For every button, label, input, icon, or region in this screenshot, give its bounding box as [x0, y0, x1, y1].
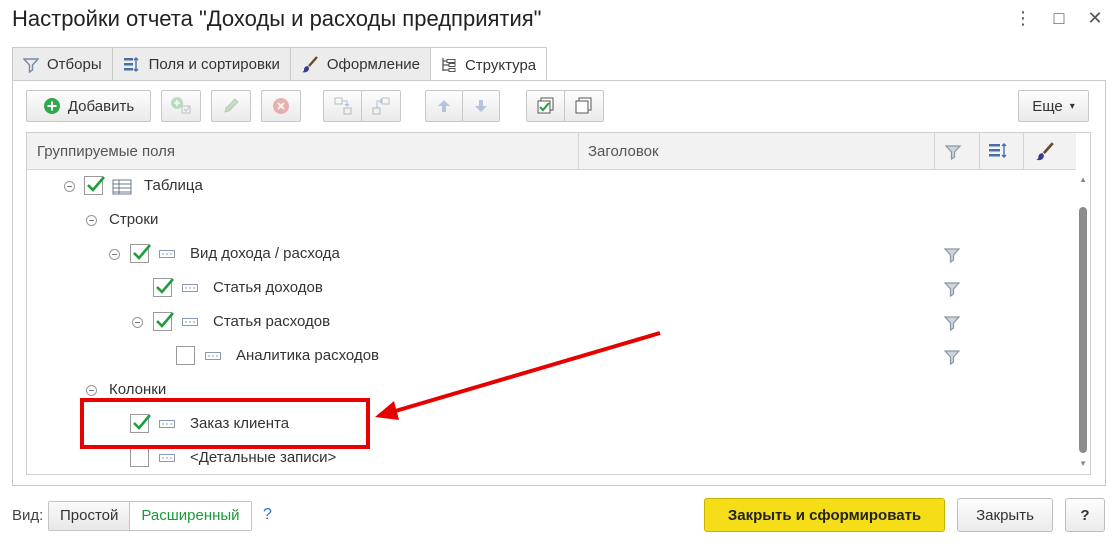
view-mode-switch: Простой Расширенный	[48, 501, 252, 531]
view-label: Вид:	[12, 507, 44, 524]
help-button[interactable]: ?	[1065, 498, 1105, 532]
view-extended-button[interactable]: Расширенный	[130, 502, 251, 530]
view-help-link[interactable]: ?	[263, 506, 272, 524]
close-and-generate-button[interactable]: Закрыть и сформировать	[704, 498, 945, 532]
view-simple-button[interactable]: Простой	[49, 502, 131, 530]
close-button[interactable]: Закрыть	[957, 498, 1053, 532]
annotation-arrow	[375, 331, 661, 420]
